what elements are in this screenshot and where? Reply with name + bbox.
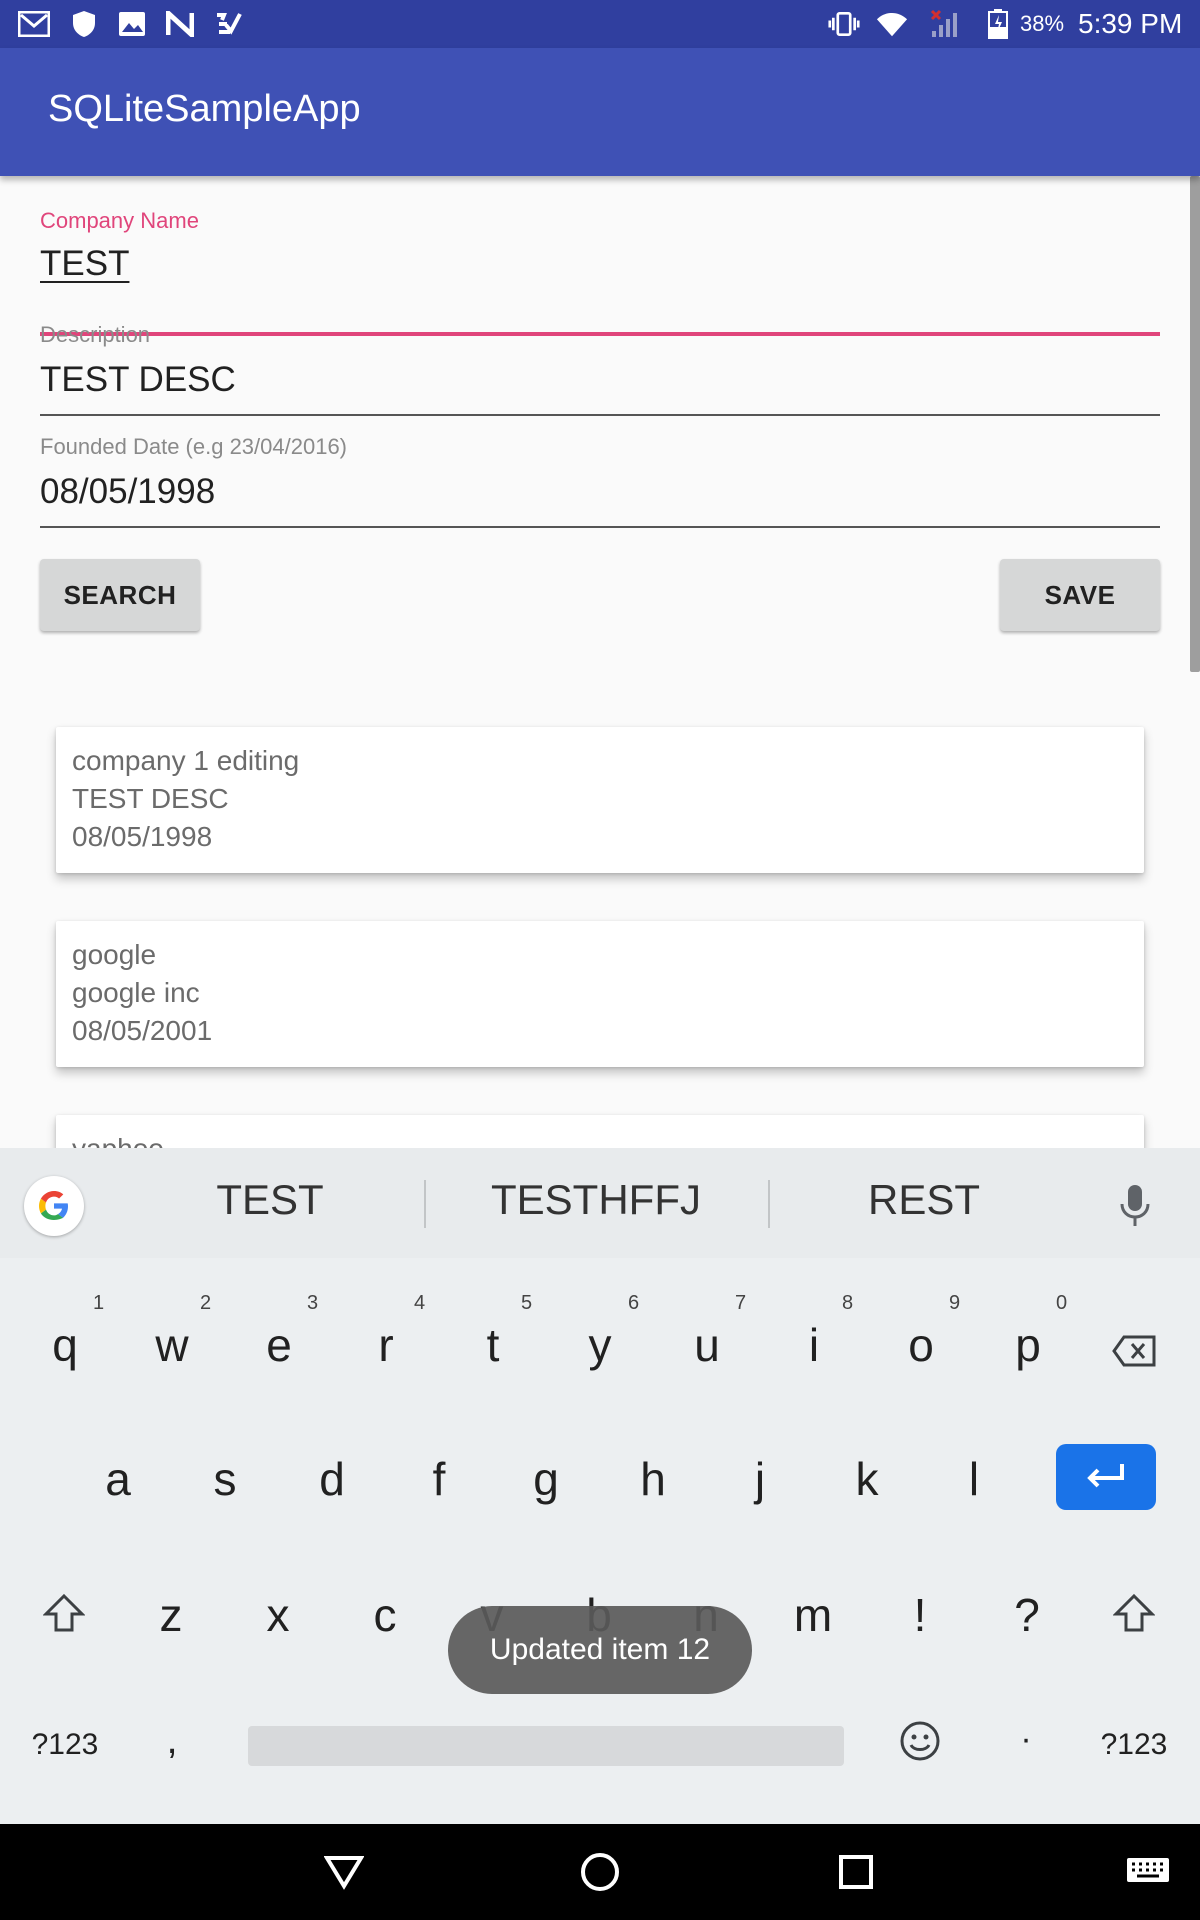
app-title: SQLiteSampleApp <box>48 88 361 130</box>
key-hint: 6 <box>628 1292 640 1314</box>
key-k[interactable]: k <box>819 1452 915 1506</box>
key-s[interactable]: s <box>177 1452 273 1506</box>
company-name: yaphoo <box>72 1133 164 1148</box>
symbols-key[interactable]: ?123 <box>1088 1728 1180 1762</box>
company-description: TEST DESC <box>72 783 229 814</box>
key-y[interactable]: y <box>552 1318 648 1372</box>
google-icon[interactable] <box>24 1176 84 1236</box>
description-input[interactable]: TEST DESC <box>40 360 236 400</box>
key-g[interactable]: g <box>498 1452 594 1506</box>
key-c[interactable]: c <box>337 1588 433 1642</box>
key-hint: 5 <box>521 1292 533 1314</box>
backspace-icon[interactable] <box>1084 1324 1184 1378</box>
tasks-icon <box>212 8 244 40</box>
back-icon[interactable] <box>320 1848 368 1896</box>
key-e[interactable]: e <box>231 1318 327 1372</box>
company-date: 08/05/1998 <box>72 821 213 852</box>
key-p[interactable]: p <box>980 1318 1076 1372</box>
key-o[interactable]: o <box>873 1318 969 1372</box>
soft-keyboard: TEST TESTHFFJ REST q1w2e3r4t5y6u7i8o9p0 … <box>0 1148 1200 1824</box>
status-bar: 38% 5:39 PM <box>0 0 1200 48</box>
search-button[interactable]: SEARCH <box>40 559 200 631</box>
n-icon <box>164 8 196 40</box>
company-name: google <box>72 939 157 970</box>
key-exclamation[interactable]: ! <box>872 1588 968 1642</box>
company-name-field[interactable]: Company Name TEST <box>40 208 1160 336</box>
key-a[interactable]: a <box>70 1452 166 1506</box>
toast-message: Updated item 12 <box>448 1606 752 1694</box>
microphone-icon[interactable] <box>1118 1184 1152 1228</box>
symbols-key[interactable]: ?123 <box>20 1728 110 1762</box>
company-name-label: Company Name <box>40 208 199 233</box>
suggestion-item[interactable]: TESTHFFJ <box>466 1176 726 1224</box>
key-f[interactable]: f <box>391 1452 487 1506</box>
key-t[interactable]: t <box>445 1318 541 1372</box>
key-j[interactable]: j <box>712 1452 808 1506</box>
founded-date-underline <box>40 526 1160 528</box>
wifi-icon <box>876 8 908 40</box>
shift-icon[interactable] <box>1086 1590 1182 1644</box>
company-name-input[interactable]: TEST <box>40 244 129 284</box>
key-q[interactable]: q <box>17 1318 113 1372</box>
key-hint: 8 <box>842 1292 854 1314</box>
suggestion-strip: TEST TESTHFFJ REST <box>0 1148 1200 1258</box>
suggestion-divider <box>424 1180 426 1228</box>
shield-icon <box>68 8 100 40</box>
image-icon <box>116 8 148 40</box>
key-w[interactable]: w <box>124 1318 220 1372</box>
scrollbar[interactable] <box>1190 176 1200 672</box>
battery-percentage: 38% <box>1020 11 1065 36</box>
description-field[interactable]: Description TEST DESC <box>40 322 1160 416</box>
key-hint: 3 <box>307 1292 319 1314</box>
app-bar: SQLiteSampleApp <box>0 48 1200 176</box>
recents-icon[interactable] <box>832 1848 880 1896</box>
key-z[interactable]: z <box>123 1588 219 1642</box>
key-hint: 2 <box>200 1292 212 1314</box>
company-card[interactable]: google google inc 08/05/2001 <box>56 921 1144 1067</box>
founded-date-input[interactable]: 08/05/1998 <box>40 472 215 512</box>
emoji-icon[interactable] <box>896 1720 944 1770</box>
founded-date-field[interactable]: Founded Date (e.g 23/04/2016) 08/05/1998 <box>40 434 1160 528</box>
save-button[interactable]: SAVE <box>1000 559 1160 631</box>
key-m[interactable]: m <box>765 1588 861 1642</box>
key-hint: 9 <box>949 1292 961 1314</box>
founded-date-label: Founded Date (e.g 23/04/2016) <box>40 434 348 459</box>
suggestion-divider <box>768 1180 770 1228</box>
period-key[interactable]: · <box>1004 1720 1048 1759</box>
enter-key[interactable] <box>1056 1444 1156 1510</box>
suggestion-item[interactable]: TEST <box>140 1176 400 1224</box>
key-hint: 0 <box>1056 1292 1068 1314</box>
comma-key[interactable]: , <box>142 1718 202 1763</box>
description-underline <box>40 414 1160 416</box>
key-hint: 7 <box>735 1292 747 1314</box>
shift-icon[interactable] <box>16 1590 112 1644</box>
key-x[interactable]: x <box>230 1588 326 1642</box>
space-bar[interactable] <box>248 1726 844 1766</box>
company-date: 08/05/2001 <box>72 1015 213 1046</box>
battery-icon <box>982 8 1014 40</box>
gmail-icon <box>18 8 50 40</box>
company-card[interactable]: company 1 editing TEST DESC 08/05/1998 <box>56 727 1144 873</box>
clock: 5:39 PM <box>1078 8 1183 39</box>
key-question[interactable]: ? <box>979 1588 1075 1642</box>
key-h[interactable]: h <box>605 1452 701 1506</box>
home-icon[interactable] <box>576 1848 624 1896</box>
keyboard-switch-icon[interactable] <box>1124 1848 1172 1896</box>
key-l[interactable]: l <box>926 1452 1022 1506</box>
signal-icon <box>930 8 962 40</box>
key-hint: 1 <box>93 1292 105 1314</box>
company-card[interactable]: yaphoo <box>56 1115 1144 1148</box>
key-d[interactable]: d <box>284 1452 380 1506</box>
main-content: Company Name TEST Description TEST DESC … <box>0 176 1200 1148</box>
key-i[interactable]: i <box>766 1318 862 1372</box>
description-label: Description <box>40 322 151 347</box>
key-r[interactable]: r <box>338 1318 434 1372</box>
company-description: google inc <box>72 977 200 1008</box>
company-name: company 1 editing <box>72 745 300 776</box>
suggestion-item[interactable]: REST <box>794 1176 1054 1224</box>
navigation-bar <box>0 1824 1200 1920</box>
key-hint: 4 <box>414 1292 426 1314</box>
vibrate-icon <box>828 8 860 40</box>
key-u[interactable]: u <box>659 1318 755 1372</box>
